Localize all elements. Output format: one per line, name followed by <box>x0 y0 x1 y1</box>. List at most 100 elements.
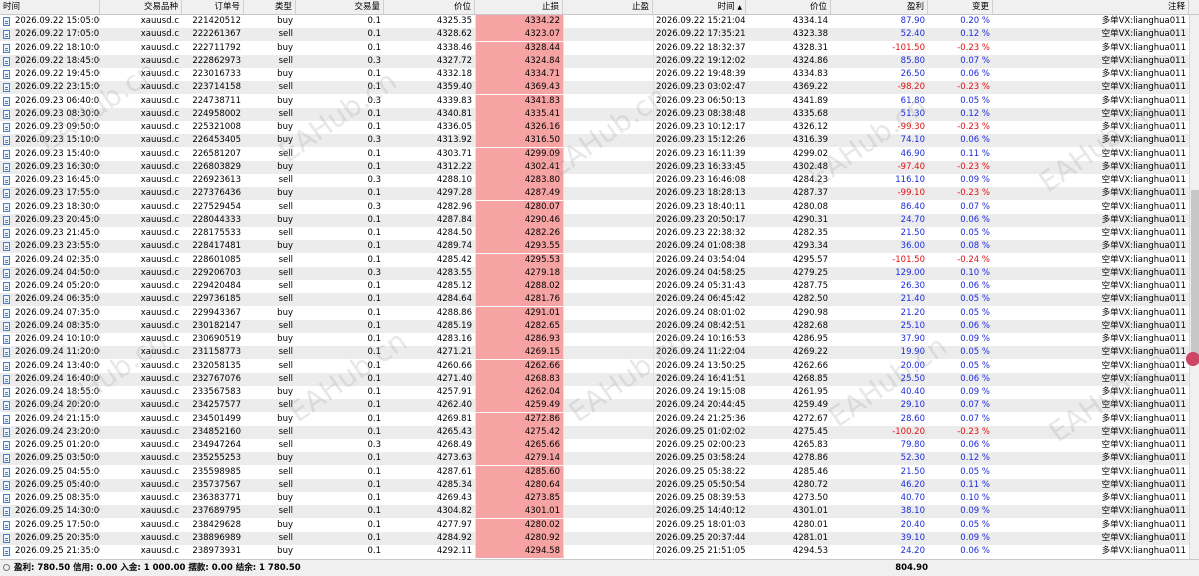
table-row[interactable]: 2026.09.24 10:10:00 xauusd.c 230690519 buy 0… <box>0 333 1189 346</box>
table-row[interactable]: 2026.09.23 16:45:00 xauusd.c 226923613 sell… <box>0 174 1189 187</box>
cell-change: 0.12 % <box>960 108 990 119</box>
cell-symbol: xauusd.c <box>140 320 179 331</box>
cell-trade-type: buy <box>277 161 293 172</box>
cell-symbol: xauusd.c <box>140 281 179 291</box>
col-price[interactable]: 价位 <box>384 0 475 14</box>
table-row[interactable]: 2026.09.23 15:40:00 xauusd.c 226581207 sell… <box>0 147 1189 161</box>
col-type[interactable]: 类型 <box>244 0 296 14</box>
table-row[interactable]: 2026.09.24 02:35:01 xauusd.c 228601085 sell… <box>0 253 1189 267</box>
table-row[interactable]: 2026.09.23 23:55:00 xauusd.c 228417481 buy 0… <box>0 240 1189 254</box>
cell-symbol: xauusd.c <box>140 241 179 252</box>
table-row[interactable]: 2026.09.25 14:30:00 xauusd.c 237689795 sell… <box>0 505 1189 519</box>
table-row[interactable]: 2026.09.25 03:50:00 xauusd.c 235255253 buy 0… <box>0 452 1189 466</box>
cell-open-time: 2026.09.24 16:40:00 <box>15 373 100 384</box>
cell-stop-loss: 4281.76 <box>475 293 563 307</box>
table-row[interactable]: 2026.09.23 21:45:00 xauusd.c 228175533 sell… <box>0 227 1189 240</box>
table-row[interactable]: 2026.09.25 08:35:00 xauusd.c 236383771 buy 0… <box>0 492 1189 505</box>
vertical-scrollbar[interactable] <box>1189 15 1199 559</box>
table-row[interactable]: 2026.09.24 07:35:00 xauusd.c 229943367 buy 0… <box>0 306 1189 320</box>
deal-icon <box>3 70 10 79</box>
col-symbol[interactable]: 交易品种 <box>100 0 182 14</box>
table-row[interactable]: 2026.09.24 08:35:00 xauusd.c 230182147 sell… <box>0 319 1189 333</box>
table-row[interactable]: 2026.09.25 21:35:00 xauusd.c 238973931 buy 0… <box>0 545 1189 558</box>
table-row[interactable]: 2026.09.22 15:05:00 xauusd.c 221420512 buy 0… <box>0 15 1189 28</box>
col-comment[interactable]: 注释 <box>993 0 1189 14</box>
cell-profit: 20.00 <box>900 360 925 371</box>
cell-open-time: 2026.09.23 15:40:00 <box>15 148 100 159</box>
table-row[interactable]: 2026.09.23 08:30:00 xauusd.c 224958002 sell… <box>0 107 1189 121</box>
cell-symbol: xauusd.c <box>140 175 179 185</box>
col-sl[interactable]: 止损 <box>475 0 563 14</box>
cell-open-price: 4328.62 <box>436 29 472 40</box>
table-row[interactable]: 2026.09.22 18:10:00 xauusd.c 222711792 buy 0… <box>0 41 1189 55</box>
table-row[interactable]: 2026.09.25 04:55:00 xauusd.c 235598985 sell… <box>0 465 1189 479</box>
col-close-time[interactable]: 时间 ▲ <box>653 0 746 14</box>
cell-take-profit <box>563 81 653 94</box>
cell-volume: 0.1 <box>367 254 381 265</box>
deal-icon <box>3 520 10 530</box>
cell-trade-type: sell <box>278 400 293 411</box>
cell-trade-type: buy <box>277 135 293 146</box>
table-row[interactable]: 2026.09.22 23:15:00 xauusd.c 223714158 sell… <box>0 81 1189 95</box>
cell-volume: 0.3 <box>367 175 381 185</box>
floating-badge-icon[interactable] <box>1186 352 1199 366</box>
cell-comment: 空单VX:lianghua011 <box>1101 201 1186 212</box>
cell-open-time: 2026.09.22 23:15:00 <box>15 82 100 93</box>
cell-symbol: xauusd.c <box>140 201 179 212</box>
table-row[interactable]: 2026.09.22 17:05:01 xauusd.c 222261367 sell… <box>0 28 1189 42</box>
table-row[interactable]: 2026.09.24 23:20:00 xauusd.c 234852160 sell… <box>0 425 1189 439</box>
table-row[interactable]: 2026.09.25 05:40:00 xauusd.c 235737567 sell… <box>0 478 1189 492</box>
col-profit[interactable]: 盈利 <box>831 0 928 14</box>
cell-close-time: 2026.09.23 16:11:39 <box>656 148 746 159</box>
table-row[interactable]: 2026.09.23 15:10:00 xauusd.c 226453405 buy 0… <box>0 134 1189 148</box>
table-row[interactable]: 2026.09.24 20:20:00 xauusd.c 234257577 sell… <box>0 399 1189 413</box>
table-row[interactable]: 2026.09.24 18:55:00 xauusd.c 233567583 buy 0… <box>0 386 1189 399</box>
col-order[interactable]: 订单号 <box>182 0 244 14</box>
table-row[interactable]: 2026.09.24 21:15:00 xauusd.c 234501499 buy 0… <box>0 412 1189 426</box>
cell-open-time: 2026.09.25 14:30:00 <box>15 506 100 517</box>
cell-close-time: 2026.09.24 13:50:25 <box>656 360 746 371</box>
cell-take-profit <box>563 68 653 81</box>
cell-close-time: 2026.09.22 19:12:02 <box>656 55 746 66</box>
deal-icon <box>3 189 10 199</box>
col-volume[interactable]: 交易量 <box>296 0 384 14</box>
table-row[interactable]: 2026.09.23 09:50:00 xauusd.c 225321008 buy 0… <box>0 121 1189 134</box>
table-row[interactable]: 2026.09.24 16:40:00 xauusd.c 232767076 sell… <box>0 372 1189 386</box>
cell-profit: 46.90 <box>900 148 925 159</box>
cell-profit: -98.20 <box>897 82 925 93</box>
cell-profit: 19.90 <box>900 347 925 358</box>
table-row[interactable]: 2026.09.23 06:40:01 xauusd.c 224738711 buy 0… <box>0 94 1189 108</box>
cell-stop-loss: 4272.86 <box>475 412 563 426</box>
col-change[interactable]: 变更 <box>928 0 993 14</box>
table-row[interactable]: 2026.09.25 01:20:00 xauusd.c 234947264 sell… <box>0 439 1189 452</box>
cell-volume: 0.1 <box>367 373 381 384</box>
col-close-price[interactable]: 价位 <box>746 0 831 14</box>
table-row[interactable]: 2026.09.23 16:30:00 xauusd.c 226803829 buy 0… <box>0 160 1189 174</box>
scrollbar-thumb[interactable] <box>1191 190 1199 360</box>
table-row[interactable]: 2026.09.24 04:50:00 xauusd.c 229206703 sell… <box>0 266 1189 280</box>
table-row[interactable]: 2026.09.24 11:20:00 xauusd.c 231158773 sell… <box>0 346 1189 360</box>
deal-icon <box>3 494 10 503</box>
cell-close-time: 2026.09.23 20:50:17 <box>656 214 746 225</box>
table-row[interactable]: 2026.09.25 20:35:00 xauusd.c 238896989 sell… <box>0 531 1189 545</box>
cell-open-price: 4260.66 <box>436 360 472 371</box>
cell-comment: 多单VX:lianghua011 <box>1101 188 1186 199</box>
col-tp[interactable]: 止盈 <box>563 0 653 14</box>
table-row[interactable]: 2026.09.22 18:45:00 xauusd.c 222862973 sell… <box>0 54 1189 68</box>
cell-order-id: 229206703 <box>192 267 241 278</box>
table-row[interactable]: 2026.09.23 18:30:00 xauusd.c 227529454 sell… <box>0 200 1189 214</box>
table-row[interactable]: 2026.09.22 19:45:00 xauusd.c 223016733 buy 0… <box>0 68 1189 81</box>
col-time[interactable]: 时间 <box>0 0 100 14</box>
table-row[interactable]: 2026.09.24 05:20:00 xauusd.c 229420484 sell… <box>0 280 1189 293</box>
cell-close-time: 2026.09.23 10:12:17 <box>656 122 746 132</box>
cell-close-time: 2026.09.23 06:50:13 <box>656 95 746 106</box>
cell-order-id: 235737567 <box>192 479 241 490</box>
table-row[interactable]: 2026.09.24 06:35:00 xauusd.c 229736185 sell… <box>0 293 1189 307</box>
cell-profit: 20.40 <box>900 519 925 530</box>
table-row[interactable]: 2026.09.23 20:45:00 xauusd.c 228044333 buy 0… <box>0 213 1189 227</box>
cell-volume: 0.1 <box>367 347 381 358</box>
table-row[interactable]: 2026.09.24 13:40:00 xauusd.c 232058135 sell… <box>0 359 1189 373</box>
cell-open-time: 2026.09.23 09:50:00 <box>15 122 100 132</box>
table-row[interactable]: 2026.09.25 17:50:00 xauusd.c 238429628 buy 0… <box>0 518 1189 532</box>
table-row[interactable]: 2026.09.23 17:55:00 xauusd.c 227376436 buy 0… <box>0 187 1189 201</box>
